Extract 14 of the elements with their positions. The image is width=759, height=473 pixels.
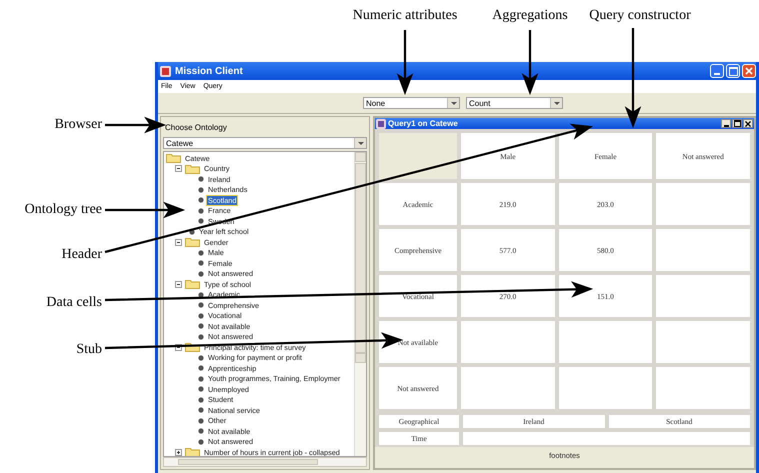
annotation-label: Aggregations <box>491 8 569 24</box>
annotation-label: Ontology tree <box>24 202 102 218</box>
aggregation-dropdown[interactable]: Count <box>466 97 563 109</box>
numeric-attribute-dropdown[interactable]: None <box>363 97 460 109</box>
annotation-label: Stub <box>75 342 102 358</box>
annotation-label: Header <box>60 247 102 263</box>
query-window-title: Query1 on Catewe <box>388 119 458 128</box>
ontology-dropdown[interactable]: Catewe <box>163 137 367 149</box>
window-title: Mission Client <box>175 66 243 76</box>
annotation-label: Data cells <box>45 295 102 311</box>
annotation-label: Query constructor <box>588 8 692 24</box>
panel-header: Choose Ontology <box>164 122 228 134</box>
annotation-label: Numeric attributes <box>352 8 458 24</box>
annotation-label: Browser <box>54 117 102 133</box>
